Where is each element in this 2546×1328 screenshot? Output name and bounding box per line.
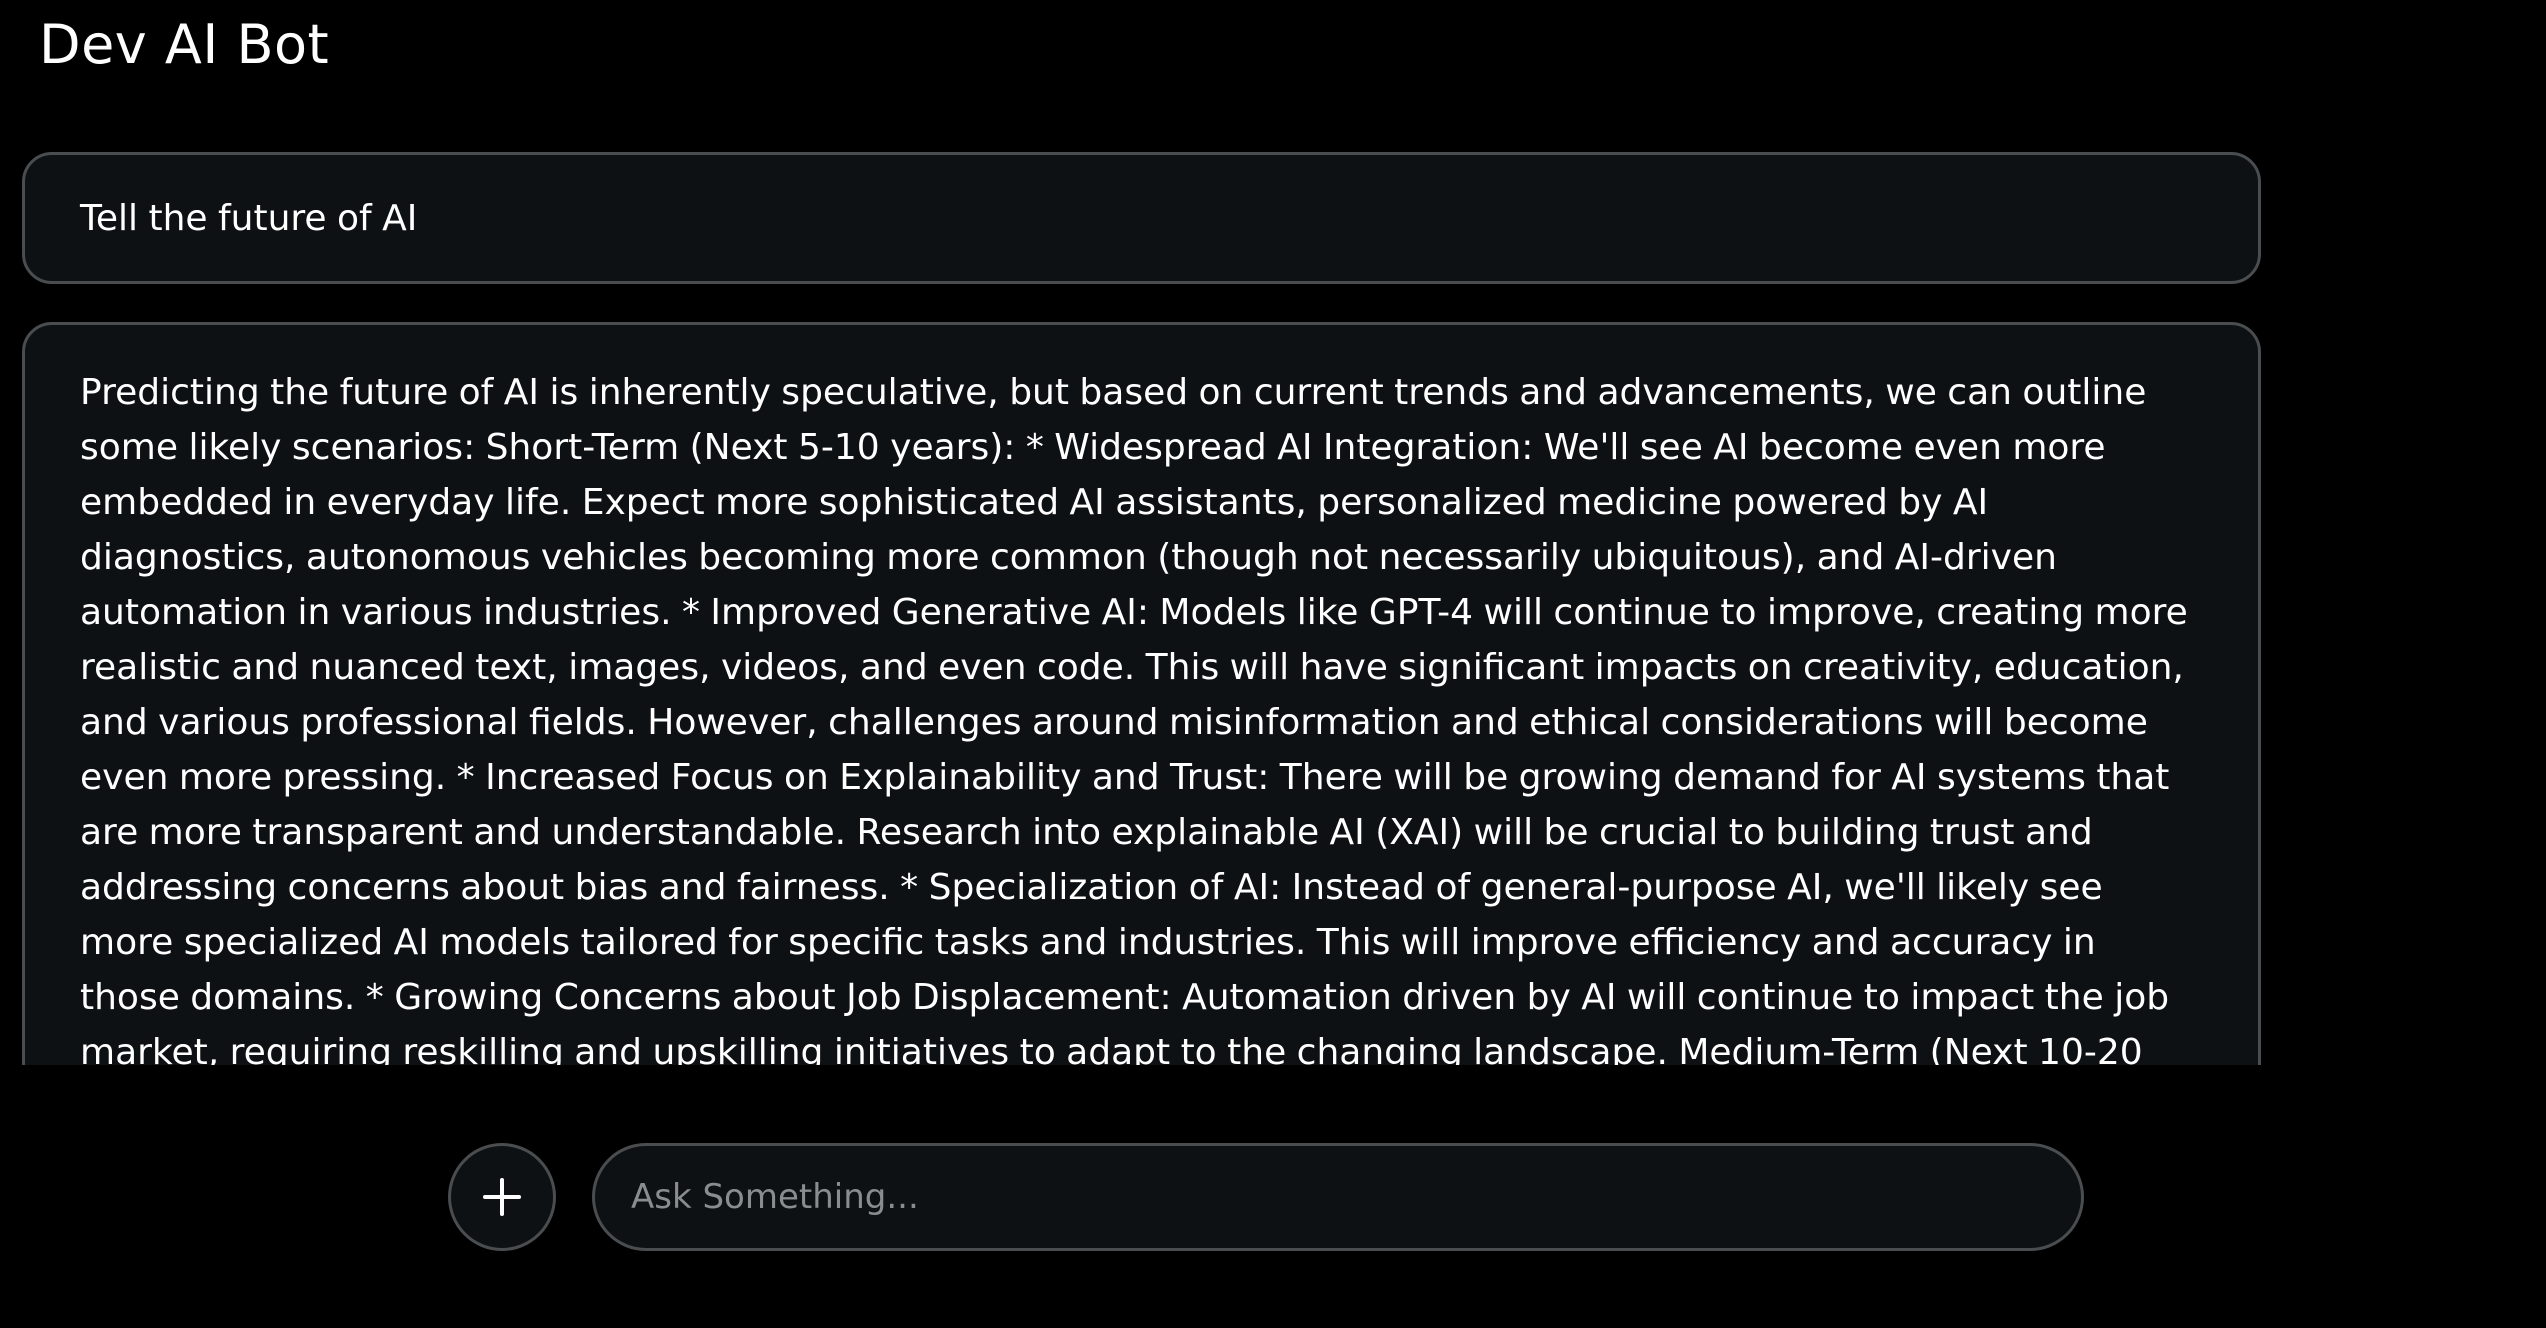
plus-icon (483, 1178, 521, 1216)
bot-message: Predicting the future of AI is inherentl… (22, 322, 2261, 1065)
user-message: Tell the future of AI (22, 152, 2261, 284)
bot-message-text: Predicting the future of AI is inherentl… (80, 372, 2188, 1065)
app-window: Dev AI Bot Tell the future of AI Predict… (0, 0, 2546, 1328)
app-title: Dev AI Bot (39, 13, 330, 76)
add-button[interactable] (448, 1143, 556, 1251)
user-message-text: Tell the future of AI (80, 197, 418, 239)
ask-input[interactable] (592, 1143, 2084, 1251)
message-composer (448, 1143, 2084, 1251)
chat-history[interactable]: Tell the future of AI Predicting the fut… (22, 152, 2261, 1065)
